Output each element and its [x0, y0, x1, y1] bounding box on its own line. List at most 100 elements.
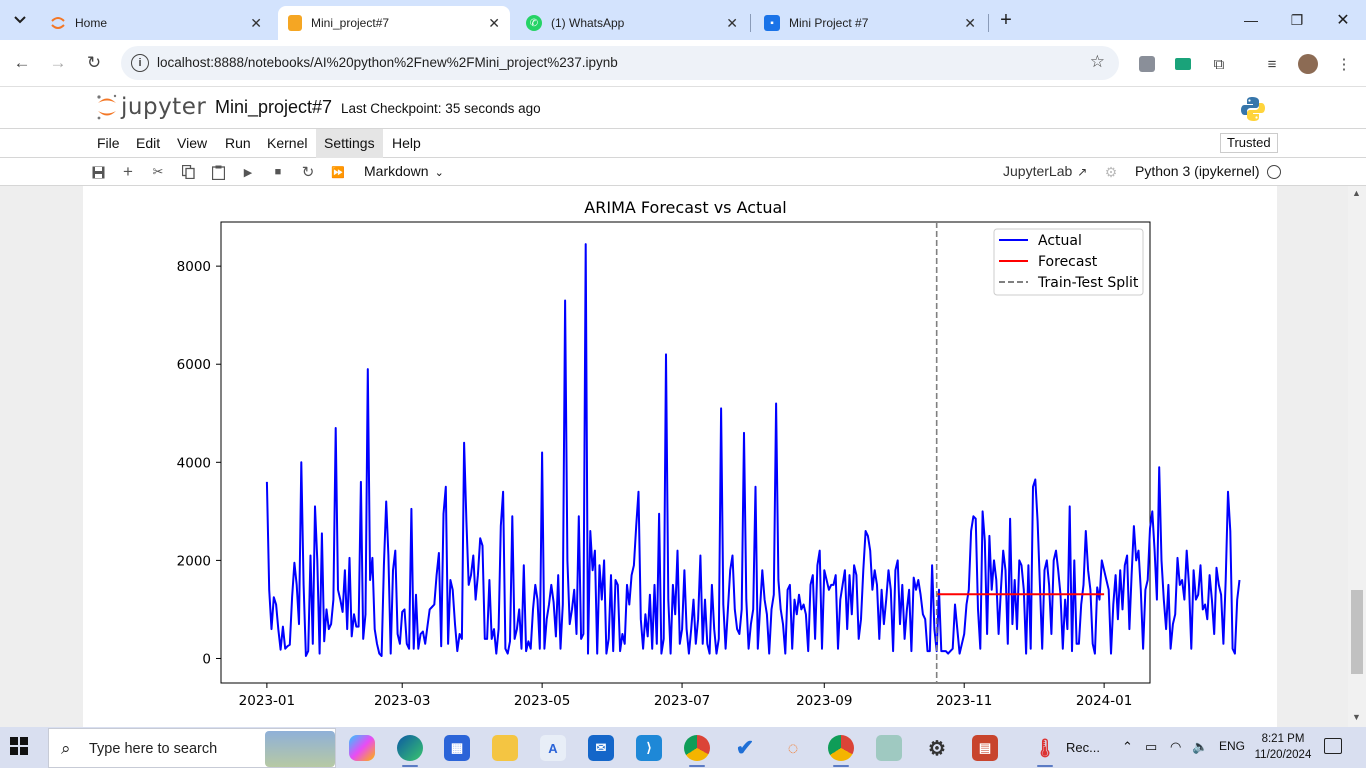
close-tab-icon[interactable]: ✕ [964, 15, 976, 32]
cut-scissors-icon[interactable]: ✂ [148, 162, 168, 182]
site-info-icon[interactable]: i [131, 54, 149, 72]
kernel-idle-circle-icon [1267, 165, 1281, 179]
notebook-toolbar: + ✂ ▶ ■ ↻ ⏩ Markdown ⌄ JupyterLab ↗ ⚙ Pyth… [0, 158, 1366, 186]
restart-run-all-icon[interactable]: ⏩ [328, 162, 348, 182]
system-clock[interactable]: 8:21 PM 11/20/2024 [1252, 731, 1314, 763]
menu-view[interactable]: View [169, 129, 215, 158]
scroll-down-arrow-icon[interactable]: ▼ [1352, 712, 1361, 722]
extensions-puzzle-icon[interactable]: ⧉ [1208, 53, 1230, 75]
minimize-icon[interactable]: — [1228, 6, 1274, 34]
url-omnibox[interactable]: i localhost:8888/notebooks/AI%20python%2… [121, 46, 1119, 80]
recorder-label[interactable]: Rec... [1066, 740, 1100, 755]
file-explorer-icon[interactable] [492, 735, 518, 761]
jupyter-menu-bar: File Edit View Run Kernel Settings Help … [0, 129, 1366, 158]
paste-clipboard-icon[interactable] [208, 162, 228, 182]
trusted-indicator[interactable]: Trusted [1220, 133, 1278, 153]
interrupt-stop-icon[interactable]: ■ [268, 162, 288, 182]
tab-label: (1) WhatsApp [551, 16, 625, 30]
mail-icon[interactable]: ✉ [588, 735, 614, 761]
close-window-icon[interactable]: ✕ [1320, 6, 1366, 34]
menu-settings[interactable]: Settings [316, 129, 383, 158]
media-control-icon[interactable]: ≡ [1261, 53, 1283, 75]
y-tick-label: 8000 [177, 259, 211, 275]
volume-icon[interactable]: 🔈 [1192, 739, 1208, 755]
extension-mail-icon[interactable] [1172, 53, 1194, 75]
battery-icon[interactable]: ▭ [1145, 739, 1157, 755]
language-indicator[interactable]: ENG [1219, 739, 1245, 753]
cell-type-select[interactable]: Markdown ⌄ [364, 163, 444, 179]
legend-label-0: Actual [1038, 233, 1082, 249]
jupyter-logo-icon [95, 93, 119, 121]
vscode-icon[interactable]: ⟩ [636, 735, 662, 761]
copilot-icon[interactable] [349, 735, 375, 761]
x-tick-label: 2023-07 [654, 693, 710, 709]
notification-center-icon[interactable] [1324, 738, 1342, 754]
taskbar-search-box[interactable]: ⌕ Type here to search [48, 728, 336, 768]
jupyter-logo[interactable]: jupyter [95, 93, 206, 121]
tab-classroom[interactable]: ▪ Mini Project #7 ✕ [754, 6, 986, 40]
kernel-settings-gear-icon[interactable]: ⚙ [1101, 162, 1121, 182]
tray-chevron-up-icon[interactable]: ⌃ [1122, 739, 1133, 755]
app-icon[interactable]: A [540, 735, 566, 761]
profile-avatar-icon[interactable] [1297, 53, 1319, 75]
tab-whatsapp[interactable]: ✆ (1) WhatsApp ✕ [516, 6, 748, 40]
external-link-icon: ↗ [1077, 165, 1088, 179]
search-highlight-image [265, 731, 335, 767]
todo-check-icon[interactable]: ✔ [732, 735, 758, 761]
restore-icon[interactable]: ❐ [1274, 6, 1320, 34]
extension-avatar-icon[interactable] [1136, 53, 1158, 75]
tab-label: Home [75, 16, 108, 30]
chrome-icon[interactable] [684, 735, 710, 767]
notes-app-icon[interactable] [876, 735, 902, 761]
jupyter-header: jupyter Mini_project#7 Last Checkpoint: … [0, 88, 1366, 129]
menu-edit[interactable]: Edit [128, 129, 168, 158]
close-tab-icon[interactable]: ✕ [726, 15, 738, 32]
settings-gear-icon[interactable]: ⚙ [924, 735, 950, 761]
bookmark-star-icon[interactable]: ☆ [1090, 52, 1105, 72]
vertical-scrollbar[interactable]: ▲ ▼ [1348, 186, 1366, 727]
menu-file[interactable]: File [89, 129, 128, 158]
winrar-icon[interactable]: ▤ [972, 735, 998, 761]
copy-icon[interactable] [178, 162, 198, 182]
tab-mini-project-notebook[interactable]: Mini_project#7 ✕ [278, 6, 510, 40]
jupyter-app-icon[interactable]: ◌ [780, 735, 806, 761]
notebook-title[interactable]: Mini_project#7 [215, 97, 332, 118]
new-tab-plus-icon[interactable]: + [994, 8, 1018, 32]
chart-title: ARIMA Forecast vs Actual [584, 198, 786, 217]
recorder-thermometer-icon[interactable]: 🌡 [1032, 735, 1058, 767]
wifi-icon[interactable]: ◠ [1170, 739, 1181, 755]
last-checkpoint: Last Checkpoint: 35 seconds ago [341, 101, 541, 116]
chrome-profile-icon[interactable] [828, 735, 854, 767]
kernel-name[interactable]: Python 3 (ipykernel) [1135, 163, 1260, 179]
windows-start-icon[interactable] [10, 737, 32, 759]
reload-icon[interactable]: ↻ [81, 50, 107, 76]
browser-menu-icon[interactable]: ⋮ [1333, 53, 1355, 75]
run-cell-play-icon[interactable]: ▶ [238, 162, 258, 182]
tab-home[interactable]: Home ✕ [40, 6, 272, 40]
browser-address-bar: ← → ↻ i localhost:8888/notebooks/AI%20py… [0, 40, 1366, 87]
url-text[interactable]: localhost:8888/notebooks/AI%20python%2Fn… [157, 55, 618, 70]
jupyterlab-link[interactable]: JupyterLab ↗ [1003, 163, 1087, 179]
y-tick-label: 4000 [177, 455, 211, 471]
edge-browser-icon[interactable] [397, 735, 423, 767]
tab-separator [988, 14, 989, 32]
back-arrow-icon[interactable]: ← [9, 50, 35, 76]
menu-kernel[interactable]: Kernel [259, 129, 315, 158]
browser-tab-bar: Home ✕ Mini_project#7 ✕ ✆ (1) WhatsApp ✕… [0, 0, 1366, 40]
whatsapp-icon: ✆ [526, 15, 542, 31]
save-icon[interactable] [88, 162, 108, 182]
close-tab-icon[interactable]: ✕ [250, 15, 262, 32]
menu-run[interactable]: Run [217, 129, 259, 158]
scroll-up-arrow-icon[interactable]: ▲ [1352, 188, 1361, 198]
menu-help[interactable]: Help [384, 129, 429, 158]
forward-arrow-icon[interactable]: → [45, 50, 71, 76]
tab-search-chevron-icon[interactable] [8, 8, 32, 32]
restart-kernel-icon[interactable]: ↻ [298, 162, 318, 182]
y-tick-label: 2000 [177, 553, 211, 569]
windows-taskbar: ⌕ Type here to search ▦ A ✉ ⟩ ✔ ◌ ⚙ ▤ 🌡 … [0, 727, 1366, 768]
arima-chart: ARIMA Forecast vs Actual 0 2000 4000 6000 800… [177, 198, 1241, 709]
insert-cell-plus-icon[interactable]: + [118, 162, 138, 182]
scrollbar-thumb[interactable] [1351, 590, 1363, 674]
microsoft-store-icon[interactable]: ▦ [444, 735, 470, 761]
close-tab-icon[interactable]: ✕ [488, 15, 500, 32]
